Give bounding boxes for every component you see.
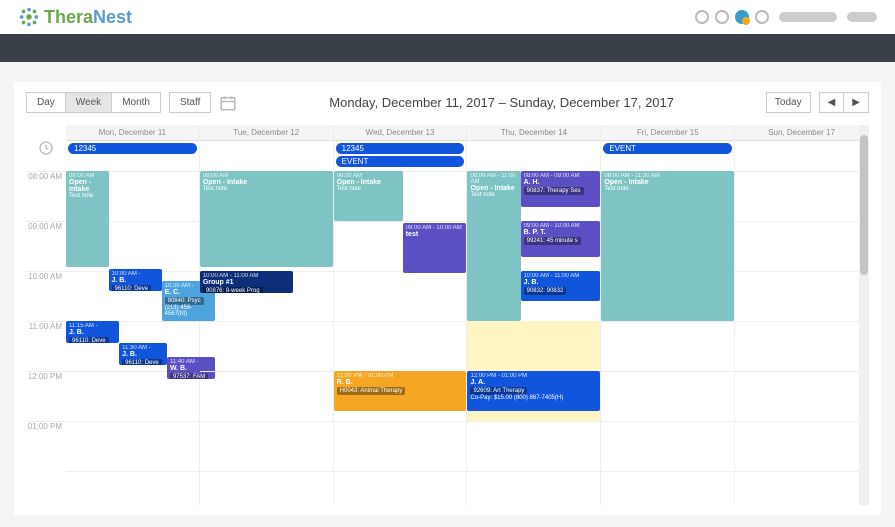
status-dot[interactable] <box>755 10 769 24</box>
time-label: 12:00 PM <box>26 371 66 421</box>
staff-button[interactable]: Staff <box>169 92 211 113</box>
status-dot[interactable] <box>695 10 709 24</box>
brand-logo: TheraNest <box>18 6 132 28</box>
clock-icon <box>26 125 66 171</box>
scroll-thumb[interactable] <box>860 135 868 275</box>
allday-chip[interactable]: EVENT <box>603 143 732 154</box>
highlight-block <box>467 321 600 371</box>
allday-row <box>200 141 333 171</box>
allday-chip[interactable]: 12345 <box>68 143 197 154</box>
day-column: Thu, December 14 08:00 AM - 11:00 AMOpen … <box>467 125 601 505</box>
day-header: Tue, December 12 <box>200 125 333 141</box>
calendar-event[interactable]: 08:00 AMOpen - IntakeTest note <box>200 171 333 267</box>
calendar-event[interactable]: 08:00 AM - 11:30 AMOpen - IntakeTest not… <box>601 171 734 321</box>
allday-row: 12345 <box>66 141 199 171</box>
time-label: 11:00 AM <box>26 321 66 371</box>
day-column: Wed, December 13 12345 EVENT 08:00 AMOpen -… <box>334 125 468 505</box>
calendar-event[interactable]: 10:00 AM -J. B.96110: Deve <box>109 269 162 291</box>
theranest-icon <box>18 6 40 28</box>
days-container: Mon, December 11 12345 08:00 AMOpen - Inta… <box>66 125 869 505</box>
allday-chip[interactable]: 12345 <box>336 143 465 154</box>
time-axis: 08:00 AM09:00 AM10:00 AM11:00 AM12:00 PM… <box>26 125 66 505</box>
allday-chip[interactable]: EVENT <box>336 156 465 167</box>
prev-button[interactable]: ◀ <box>819 92 845 113</box>
events-area[interactable] <box>735 171 868 491</box>
calendar-panel: Day Week Month Staff Monday, December 11… <box>14 82 881 515</box>
calendar-event[interactable]: 11:30 AM -J. B.96110: Deve <box>119 343 167 365</box>
calendar-toolbar: Day Week Month Staff Monday, December 11… <box>26 92 869 113</box>
allday-row: 12345 EVENT <box>334 141 467 171</box>
calendar-event[interactable]: 08:00 AM - 11:00 AMOpen - IntakeTest not… <box>467 171 520 321</box>
day-column: Mon, December 11 12345 08:00 AMOpen - Inta… <box>66 125 200 505</box>
time-label: 09:00 AM <box>26 221 66 271</box>
events-area[interactable]: 08:00 AMOpen - IntakeTest note 10:00 AM -… <box>200 171 333 491</box>
month-view-button[interactable]: Month <box>112 92 161 113</box>
next-button[interactable]: ▶ <box>844 92 869 113</box>
day-header: Fri, December 15 <box>601 125 734 141</box>
calendar-icon[interactable] <box>219 94 237 112</box>
calendar-event[interactable]: 12:00 PM - 01:00 PMR. B.H0043: Animal Th… <box>334 371 467 411</box>
header-indicators <box>695 10 769 24</box>
time-label: 10:00 AM <box>26 271 66 321</box>
time-label: 01:00 PM <box>26 421 66 471</box>
date-range-title: Monday, December 11, 2017 – Sunday, Dece… <box>245 95 758 110</box>
day-header: Sun, December 17 <box>735 125 868 141</box>
allday-row <box>735 141 868 171</box>
brand-part2: Nest <box>93 7 132 27</box>
calendar-event[interactable]: 08:00 AM - 09:00 AMA. H.90837: Therapy S… <box>521 171 601 207</box>
day-column: Tue, December 12 08:00 AMOpen - IntakeTes… <box>200 125 334 505</box>
allday-row <box>467 141 600 171</box>
vertical-scrollbar[interactable] <box>859 125 869 505</box>
time-label: 08:00 AM <box>26 171 66 221</box>
calendar-event[interactable]: 12:00 PM - 01:00 PMJ. A.92609: Art Thera… <box>467 371 600 411</box>
events-area[interactable]: 08:00 AMOpen - IntakeTest note09:00 AM -… <box>334 171 467 491</box>
calendar-event[interactable]: 10:00 AM - 11:00 AMGroup #190876: 8-week… <box>200 271 293 293</box>
status-dot[interactable] <box>715 10 729 24</box>
brand-part1: Thera <box>44 7 93 27</box>
day-header: Thu, December 14 <box>467 125 600 141</box>
day-header: Mon, December 11 <box>66 125 199 141</box>
main-navbar <box>0 34 895 62</box>
app-header: TheraNest <box>0 0 895 34</box>
calendar-event[interactable]: 10:00 AM - 11:00 AMJ. B.90832: 90832 <box>521 271 601 301</box>
calendar-event[interactable]: 09:00 AM - 10:00 AMB. P. T.99241: 45 min… <box>521 221 601 257</box>
today-button[interactable]: Today <box>766 92 811 113</box>
day-column: Fri, December 15 EVENT 08:00 AM - 11:30 AM… <box>601 125 735 505</box>
calendar-event[interactable]: 09:00 AM - 10:00 AMtest <box>403 223 467 273</box>
events-area[interactable]: 08:00 AMOpen - IntakeTest note10:00 AM -… <box>66 171 199 491</box>
day-view-button[interactable]: Day <box>26 92 66 113</box>
notification-dot[interactable] <box>735 10 749 24</box>
day-header: Wed, December 13 <box>334 125 467 141</box>
calendar-grid: 08:00 AM09:00 AM10:00 AM11:00 AM12:00 PM… <box>26 125 869 505</box>
user-menu-placeholder[interactable] <box>779 12 837 22</box>
events-area[interactable]: 08:00 AM - 11:00 AMOpen - IntakeTest not… <box>467 171 600 491</box>
settings-placeholder[interactable] <box>847 12 877 22</box>
calendar-event[interactable]: 08:00 AMOpen - IntakeTest note <box>334 171 403 221</box>
week-view-button[interactable]: Week <box>66 92 112 113</box>
view-switcher: Day Week Month <box>26 92 161 113</box>
allday-row: EVENT <box>601 141 734 171</box>
calendar-event[interactable]: 11:15 AM -J. B.96110: Deve <box>66 321 119 343</box>
events-area[interactable]: 08:00 AM - 11:30 AMOpen - IntakeTest not… <box>601 171 734 491</box>
day-column: Sun, December 17 <box>735 125 869 505</box>
calendar-event[interactable]: 08:00 AMOpen - IntakeTest note <box>66 171 109 267</box>
